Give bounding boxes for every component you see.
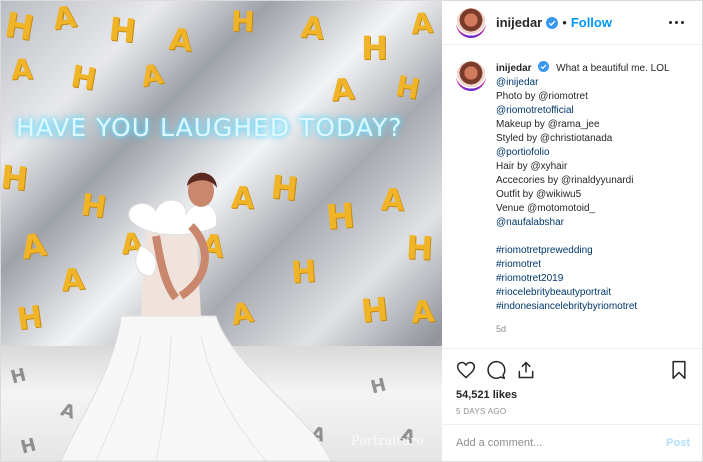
ha-letter: H <box>361 29 388 67</box>
ha-letter: A <box>409 6 434 41</box>
caption-credit-line: Outfit by @wikiwu5 <box>496 189 582 200</box>
action-bar: 54,521 likes 5 DAYS AGO <box>442 348 702 424</box>
ha-letter: H <box>405 228 434 268</box>
caption-message: What a beautiful me. LOL <box>556 63 670 74</box>
floor-letter: H <box>18 434 39 459</box>
separator-dot: • <box>562 15 567 30</box>
hashtag-link[interactable]: #riomotret2019 <box>496 272 670 286</box>
caption-hashtags: #riomotretprewedding #riomotret #riomotret… <box>496 244 670 314</box>
caption-credit-line: Hair by @xyhair <box>496 161 568 172</box>
ha-letter: A <box>167 21 194 60</box>
ha-letter: H <box>14 299 45 338</box>
ha-letter: H <box>68 59 99 98</box>
caption-mention-link[interactable]: @riomotretofficial <box>496 104 670 118</box>
ha-letter: A <box>138 57 166 94</box>
post-sidebar: inijedar • Follow inijedar What a beauti… <box>442 1 702 461</box>
bookmark-icon[interactable] <box>670 360 688 380</box>
caption-credit-line: Styled by @christiotanada <box>496 133 613 144</box>
caption-avatar[interactable] <box>456 61 486 91</box>
ha-letter: A <box>409 294 436 331</box>
ha-letter: H <box>107 9 138 51</box>
hashtag-link[interactable]: #riocelebritybeautyportrait <box>496 286 670 300</box>
hashtag-link[interactable]: #riomotret <box>496 258 670 272</box>
caption-credit-line: Venue @motomotoid_ <box>496 203 596 214</box>
ha-letter: H <box>1 157 30 199</box>
more-options-icon[interactable] <box>665 17 688 28</box>
post-photo[interactable]: HAHAHAHAAHAAHHHAAHHAHHAAAHHAA HAVE YOU L… <box>1 1 442 461</box>
ha-letter: A <box>50 1 79 38</box>
ha-letter: A <box>10 52 34 87</box>
post-header: inijedar • Follow <box>442 1 702 45</box>
ha-letter: H <box>393 69 423 106</box>
caption-credit-line: Photo by @riomotret <box>496 91 588 102</box>
avatar[interactable] <box>456 7 486 38</box>
header-username[interactable]: inijedar <box>496 15 542 30</box>
post-timestamp: 5 DAYS AGO <box>456 407 507 416</box>
caption-mention-link[interactable]: @portiofolio <box>496 146 670 160</box>
follow-button[interactable]: Follow <box>571 15 612 30</box>
caption-mention-link[interactable]: @naufalabshar <box>496 216 670 230</box>
caption-credit-line: Accecories by @rinaldyyunardi <box>496 175 634 186</box>
caption-age: 5d <box>496 324 507 334</box>
heart-icon[interactable] <box>456 360 476 380</box>
ha-letter: H <box>359 289 390 331</box>
comment-input[interactable] <box>454 436 667 450</box>
photo-watermark: Portraiture <box>350 434 424 449</box>
post-comment-button[interactable]: Post <box>666 437 690 449</box>
ha-letter: A <box>299 9 326 48</box>
caption-text: inijedar What a beautiful me. LOL @inije… <box>496 61 670 314</box>
instagram-post: HAHAHAHAAHAAHHHAAHHAHHAAAHHAA HAVE YOU L… <box>0 0 703 462</box>
ha-letter: H <box>230 4 256 39</box>
caption-username[interactable]: inijedar <box>496 63 532 74</box>
caption-section: inijedar What a beautiful me. LOL @inije… <box>442 45 702 348</box>
comment-icon[interactable] <box>486 360 506 380</box>
share-icon[interactable] <box>516 360 536 380</box>
caption-body: inijedar What a beautiful me. LOL @inije… <box>496 61 670 348</box>
caption-credits: @inijedar Photo by @riomotret @riomotretof… <box>496 76 670 230</box>
floor-letter: H <box>8 364 29 389</box>
caption-verified-icon <box>538 61 550 73</box>
hashtag-link[interactable]: #riomotretprewedding <box>496 244 670 258</box>
ha-letter: A <box>17 225 49 267</box>
floor-letter: H <box>368 374 389 399</box>
verified-badge-icon <box>546 16 559 29</box>
caption-mention-link[interactable]: @inijedar <box>496 76 670 90</box>
neon-sign: HAVE YOU LAUGHED TODAY? <box>16 113 403 142</box>
likes-count[interactable]: 54,521 likes <box>456 389 688 401</box>
caption-credit-line: Makeup by @rama_jee <box>496 119 600 130</box>
hashtag-link[interactable]: #indonesiancelebritybyriomotret <box>496 300 670 314</box>
ha-letter: A <box>380 182 405 219</box>
comment-box: Post <box>442 424 702 461</box>
ha-letter: H <box>1 4 37 50</box>
woman-in-gown-figure <box>61 172 331 461</box>
ha-letter: A <box>329 71 356 110</box>
